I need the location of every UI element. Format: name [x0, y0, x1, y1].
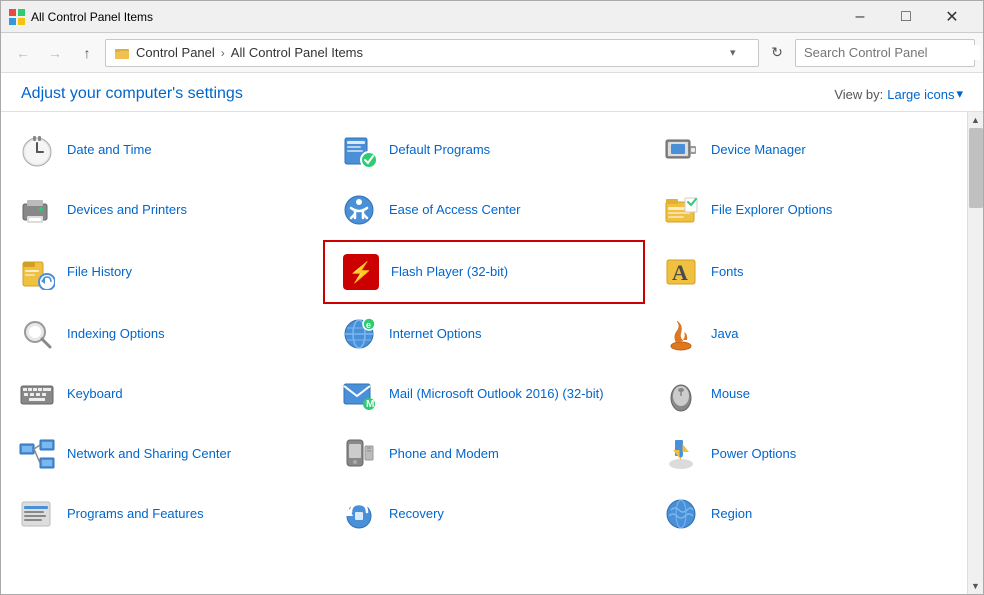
programs-features-label: Programs and Features — [67, 506, 204, 523]
indexing-options-label: Indexing Options — [67, 326, 165, 343]
phone-modem-icon — [339, 434, 379, 474]
ease-of-access-icon — [339, 190, 379, 230]
item-mail[interactable]: M Mail (Microsoft Outlook 2016) (32-bit) — [323, 364, 645, 424]
internet-options-label: Internet Options — [389, 326, 482, 343]
view-by-control: View by: Large icons ▾ — [834, 86, 963, 102]
forward-button[interactable]: → — [41, 39, 69, 67]
recovery-label: Recovery — [389, 506, 444, 523]
folder-icon — [114, 45, 130, 61]
fonts-icon: A — [661, 252, 701, 292]
date-time-label: Date and Time — [67, 142, 152, 159]
up-button[interactable]: ↑ — [73, 39, 101, 67]
mouse-label: Mouse — [711, 386, 750, 403]
breadcrumb-all-items[interactable]: All Control Panel Items — [231, 45, 363, 60]
address-bar: ← → ↑ Control Panel › All Control Panel … — [1, 33, 983, 73]
flash-player-icon: ⚡ — [341, 252, 381, 292]
main-content: Date and Time Default Programs — [1, 112, 983, 594]
svg-text:A: A — [672, 260, 688, 285]
network-sharing-label: Network and Sharing Center — [67, 446, 231, 463]
ease-of-access-label: Ease of Access Center — [389, 202, 521, 219]
item-recovery[interactable]: Recovery — [323, 484, 645, 544]
keyboard-icon — [17, 374, 57, 414]
flash-player-label: Flash Player (32-bit) — [391, 264, 508, 281]
devices-printers-icon — [17, 190, 57, 230]
item-device-manager[interactable]: Device Manager — [645, 120, 967, 180]
item-default-programs[interactable]: Default Programs — [323, 120, 645, 180]
refresh-button[interactable]: ↻ — [763, 39, 791, 67]
minimize-button[interactable]: – — [837, 1, 883, 33]
item-file-history[interactable]: File History — [1, 240, 323, 304]
item-keyboard[interactable]: Keyboard — [1, 364, 323, 424]
window-controls: – □ ✕ — [837, 1, 975, 33]
svg-text:e: e — [366, 320, 371, 330]
item-programs-features[interactable]: Programs and Features — [1, 484, 323, 544]
scroll-down-arrow[interactable]: ▼ — [968, 578, 984, 594]
item-indexing-options[interactable]: Indexing Options — [1, 304, 323, 364]
programs-features-icon — [17, 494, 57, 534]
item-java[interactable]: Java — [645, 304, 967, 364]
item-file-explorer[interactable]: File Explorer Options — [645, 180, 967, 240]
power-options-icon — [661, 434, 701, 474]
item-ease-of-access[interactable]: Ease of Access Center — [323, 180, 645, 240]
item-fonts[interactable]: A Fonts — [645, 240, 967, 304]
view-by-dropdown[interactable]: Large icons ▾ — [887, 86, 963, 102]
internet-options-icon: e — [339, 314, 379, 354]
item-flash-player[interactable]: ⚡ Flash Player (32-bit) — [323, 240, 645, 304]
mouse-icon — [661, 374, 701, 414]
address-field[interactable]: Control Panel › All Control Panel Items … — [105, 39, 759, 67]
search-field[interactable]: 🔍 — [795, 39, 975, 67]
items-area: Date and Time Default Programs — [1, 112, 967, 594]
app-icon — [9, 9, 25, 25]
file-history-label: File History — [67, 264, 132, 281]
indexing-options-icon — [17, 314, 57, 354]
file-explorer-icon — [661, 190, 701, 230]
items-grid: Date and Time Default Programs — [1, 120, 967, 544]
window-title: All Control Panel Items — [31, 10, 837, 24]
view-by-label: View by: — [834, 87, 883, 102]
item-network-sharing[interactable]: Network and Sharing Center — [1, 424, 323, 484]
item-phone-modem[interactable]: Phone and Modem — [323, 424, 645, 484]
title-bar: All Control Panel Items – □ ✕ — [1, 1, 983, 33]
scroll-thumb[interactable] — [969, 128, 983, 208]
power-options-label: Power Options — [711, 446, 796, 463]
mail-icon: M — [339, 374, 379, 414]
maximize-button[interactable]: □ — [883, 1, 929, 33]
scrollbar[interactable]: ▲ ▼ — [967, 112, 983, 594]
recovery-icon — [339, 494, 379, 534]
phone-modem-label: Phone and Modem — [389, 446, 499, 463]
keyboard-label: Keyboard — [67, 386, 123, 403]
device-manager-label: Device Manager — [711, 142, 806, 159]
page-title: Adjust your computer's settings — [21, 85, 243, 103]
devices-printers-label: Devices and Printers — [67, 202, 187, 219]
mail-label: Mail (Microsoft Outlook 2016) (32-bit) — [389, 386, 604, 403]
item-date-time[interactable]: Date and Time — [1, 120, 323, 180]
back-button[interactable]: ← — [9, 39, 37, 67]
search-input[interactable] — [804, 45, 980, 60]
network-sharing-icon — [17, 434, 57, 474]
java-label: Java — [711, 326, 738, 343]
item-region[interactable]: Region — [645, 484, 967, 544]
item-mouse[interactable]: Mouse — [645, 364, 967, 424]
close-button[interactable]: ✕ — [929, 1, 975, 33]
java-icon — [661, 314, 701, 354]
address-dropdown-button[interactable]: ▾ — [730, 46, 750, 59]
device-manager-icon — [661, 130, 701, 170]
scroll-up-arrow[interactable]: ▲ — [968, 112, 984, 128]
region-icon — [661, 494, 701, 534]
fonts-label: Fonts — [711, 264, 744, 281]
content-header: Adjust your computer's settings View by:… — [1, 73, 983, 112]
item-internet-options[interactable]: e Internet Options — [323, 304, 645, 364]
file-explorer-label: File Explorer Options — [711, 202, 832, 219]
region-label: Region — [711, 506, 752, 523]
default-programs-icon — [339, 130, 379, 170]
breadcrumb-control-panel[interactable]: Control Panel — [136, 45, 215, 60]
scroll-track[interactable] — [968, 128, 984, 578]
default-programs-label: Default Programs — [389, 142, 490, 159]
svg-text:M: M — [366, 399, 374, 410]
item-devices-printers[interactable]: Devices and Printers — [1, 180, 323, 240]
item-power-options[interactable]: Power Options — [645, 424, 967, 484]
file-history-icon — [17, 252, 57, 292]
date-time-icon — [17, 130, 57, 170]
